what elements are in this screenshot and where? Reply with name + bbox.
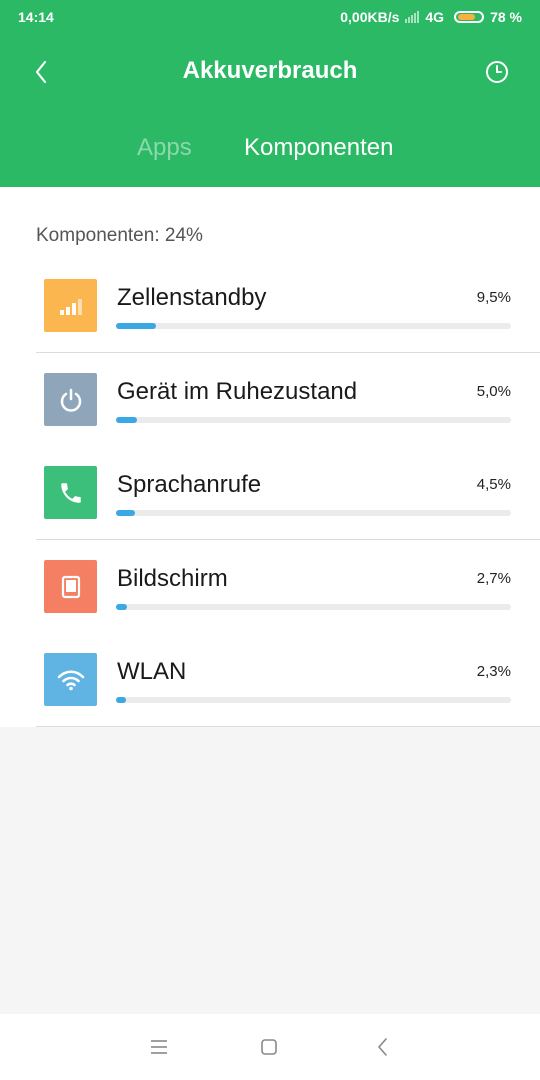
usage-bar (116, 604, 511, 610)
item-value: 5,0% (476, 383, 511, 400)
signal-icon (44, 279, 97, 332)
item-value: 9,5% (476, 289, 511, 306)
screen-icon (44, 560, 97, 613)
menu-icon[interactable] (150, 1038, 168, 1056)
status-bar: 14:14 0,00KB/s 4G 78 % (0, 0, 540, 34)
tab-bar: Apps Komponenten (0, 134, 540, 168)
usage-bar-fill (116, 510, 135, 516)
phone-icon (44, 466, 97, 519)
usage-bar (116, 323, 511, 329)
list-item-wlan[interactable]: WLAN 2,3% (0, 653, 540, 746)
wifi-icon (44, 653, 97, 706)
list-item-bildschirm[interactable]: Bildschirm 2,7% (0, 560, 540, 653)
usage-bar (116, 697, 511, 703)
item-label: Zellenstandby (117, 284, 267, 311)
network-type: 4G (425, 9, 445, 25)
usage-bar-fill (116, 323, 156, 329)
usage-bar-fill (116, 697, 126, 703)
usage-bar (116, 417, 511, 423)
item-label: Bildschirm (117, 565, 228, 592)
item-value: 2,3% (476, 663, 511, 680)
list-item-geraet-im-ruhezustand[interactable]: Gerät im Ruhezustand 5,0% (0, 373, 540, 466)
network-speed: 0,00KB/s (340, 9, 400, 25)
divider (36, 539, 540, 540)
tab-komponenten[interactable]: Komponenten (244, 134, 393, 162)
usage-bar-fill (116, 604, 128, 610)
usage-bar-fill (116, 417, 137, 423)
power-icon (44, 373, 97, 426)
item-label: Gerät im Ruhezustand (117, 378, 358, 405)
status-indicators: 0,00KB/s 4G 78 % (340, 9, 522, 25)
list-item-zellenstandby[interactable]: Zellenstandby 9,5% (0, 279, 540, 372)
signal-strength-icon (405, 11, 420, 23)
battery-percent: 78 % (490, 9, 522, 25)
tab-apps[interactable]: Apps (137, 134, 192, 162)
page-title: Akkuverbrauch (182, 57, 358, 84)
list-item-sprachanrufe[interactable]: Sprachanrufe 4,5% (0, 466, 540, 559)
clock-icon[interactable] (483, 58, 511, 86)
back-icon[interactable] (376, 1037, 390, 1057)
components-summary: Komponenten: 24% (36, 225, 203, 246)
divider (36, 352, 540, 353)
app-header: 14:14 0,00KB/s 4G 78 % Akkuverbrauch App… (0, 0, 540, 187)
status-time: 14:14 (18, 9, 54, 25)
item-label: Sprachanrufe (117, 471, 262, 498)
item-value: 2,7% (476, 570, 511, 587)
battery-level-fill (458, 14, 476, 20)
item-label: WLAN (117, 658, 187, 685)
home-icon[interactable] (260, 1038, 278, 1056)
battery-icon (454, 11, 485, 23)
usage-bar (116, 510, 511, 516)
divider (36, 726, 540, 727)
navigation-bar (0, 1014, 540, 1080)
item-value: 4,5% (476, 476, 511, 493)
component-list: Komponenten: 24% Zellenstandby 9,5% Gerä… (0, 187, 540, 727)
